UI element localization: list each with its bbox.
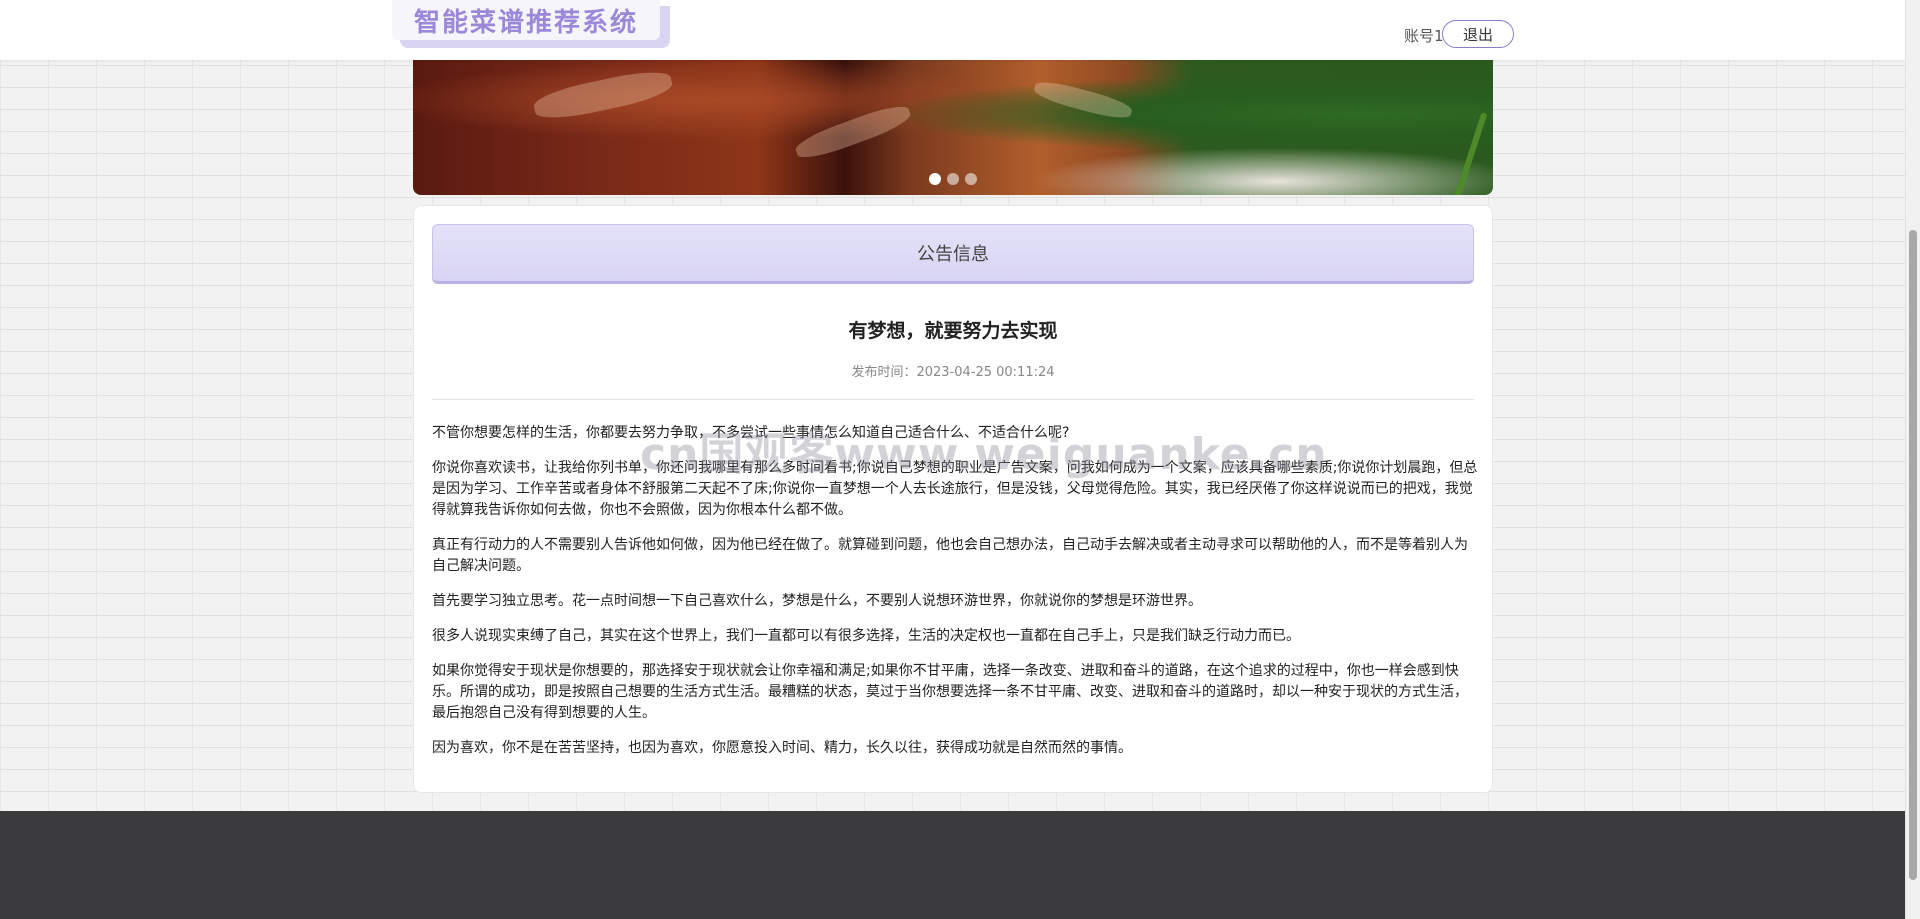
article-paragraph: 真正有行动力的人不需要别人告诉他如何做，因为他已经在做了。就算碰到问题，他也会自… (432, 537, 1468, 574)
top-header: 智能菜谱推荐系统 账号1 退出 (0, 0, 1905, 60)
banner-highlight (1032, 77, 1134, 123)
scrollbar-thumb[interactable] (1909, 230, 1917, 880)
page-footer (0, 811, 1905, 919)
publish-time: 发布时间：2023-04-25 00:11:24 (851, 365, 1055, 380)
notice-section-title: 公告信息 (432, 224, 1474, 284)
article-title: 有梦想，就要努力去实现 (848, 320, 1058, 342)
logo-plate: 智能菜谱推荐系统 (392, 0, 660, 40)
article-paragraph: 因为喜欢，你不是在苦苦坚持，也因为喜欢，你愿意投入时间、精力，长久以往，获得成功… (432, 740, 1132, 756)
logout-button[interactable]: 退出 (1442, 20, 1514, 48)
watermark: cn国观客www.weiguanke.cn (640, 429, 1328, 480)
vertical-scrollbar[interactable] (1905, 0, 1920, 919)
page: 智能菜谱推荐系统 账号1 退出 公告信息 有梦想，就要努力去实现 发布时间：20… (0, 0, 1905, 919)
carousel-dot-1[interactable] (929, 173, 941, 185)
banner-carousel[interactable] (413, 60, 1493, 195)
carousel-dot-2[interactable] (947, 173, 959, 185)
divider (432, 399, 1474, 400)
site-logo[interactable]: 智能菜谱推荐系统 (392, 0, 670, 48)
banner-highlight (792, 100, 914, 164)
carousel-dots (413, 173, 1493, 185)
carousel-dot-3[interactable] (965, 173, 977, 185)
site-title: 智能菜谱推荐系统 (413, 7, 638, 38)
article-paragraph: 很多人说现实束缚了自己，其实在这个世界上，我们一直都可以有很多选择，生活的决定权… (432, 628, 1300, 644)
article-paragraph: 如果你觉得安于现状是你想要的，那选择安于现状就会让你幸福和满足;如果你不甘平庸，… (432, 663, 1468, 721)
notice-card: 公告信息 有梦想，就要努力去实现 发布时间：2023-04-25 00:11:2… (413, 205, 1493, 793)
banner-highlight (531, 65, 675, 125)
account-name: 账号1 (1404, 27, 1444, 45)
article-paragraph: 首先要学习独立思考。花一点时间想一下自己喜欢什么，梦想是什么，不要别人说想环游世… (432, 593, 1202, 609)
